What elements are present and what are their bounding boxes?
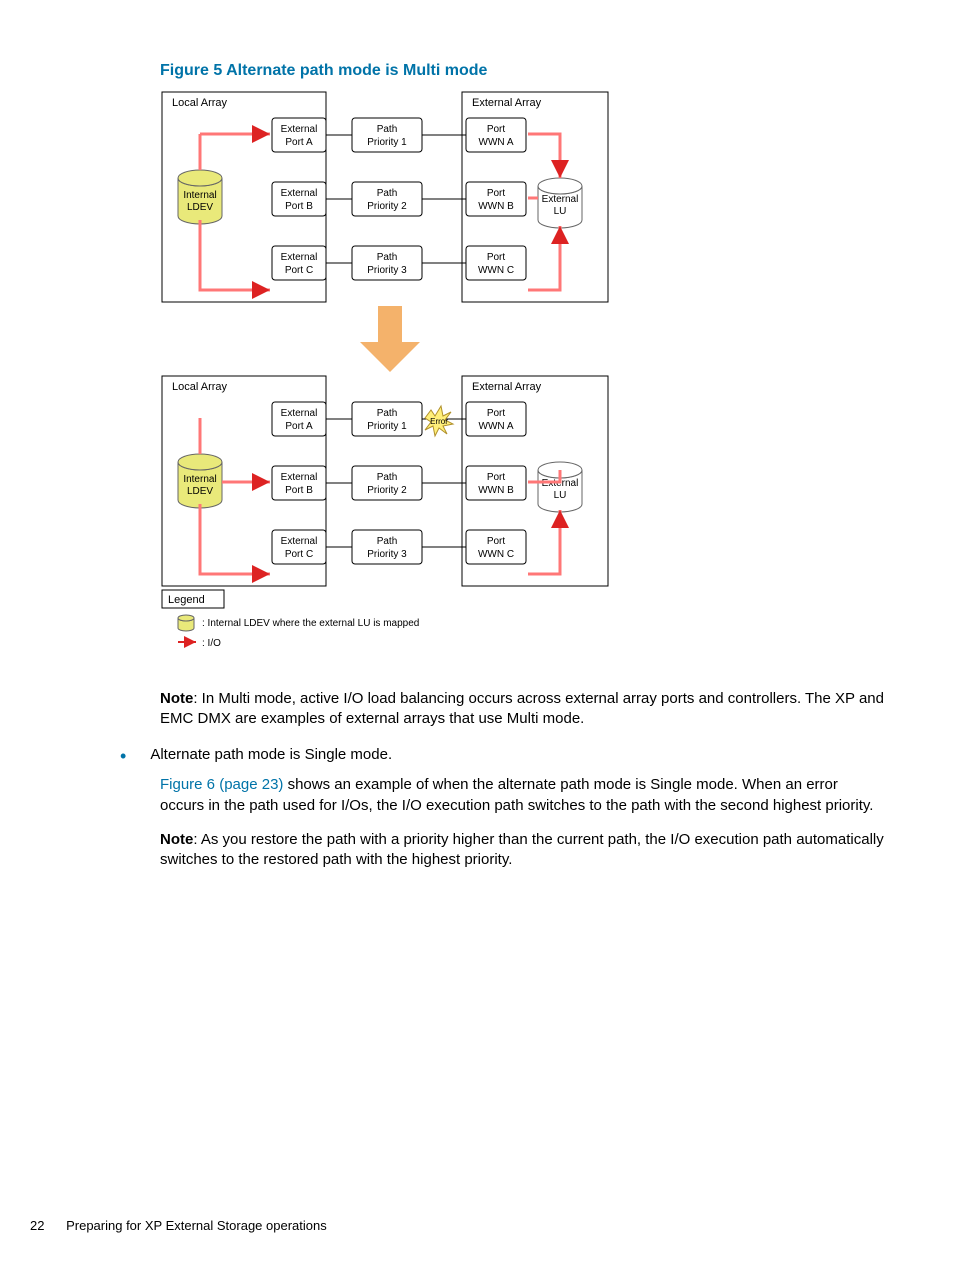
svg-text:Path: Path <box>377 536 398 547</box>
svg-text:Port A: Port A <box>285 137 313 148</box>
svg-text:Port: Port <box>487 536 506 547</box>
svg-text:Path: Path <box>377 124 398 135</box>
svg-text:External: External <box>281 252 318 263</box>
diagram: Local Array External Array Internal LDEV… <box>160 90 884 659</box>
note-text: : In Multi mode, active I/O load balanci… <box>160 690 884 727</box>
svg-text:Priority 2: Priority 2 <box>367 485 407 496</box>
svg-text:Port C: Port C <box>285 265 313 276</box>
svg-text:LDEV: LDEV <box>187 486 213 497</box>
svg-text:Local Array: Local Array <box>172 97 228 109</box>
svg-text:Port: Port <box>487 188 506 199</box>
svg-text:WWN A: WWN A <box>479 421 514 432</box>
svg-text:LU: LU <box>554 206 567 217</box>
page-footer: 22 Preparing for XP External Storage ope… <box>30 1217 327 1235</box>
svg-text:Port B: Port B <box>285 485 313 496</box>
svg-text:WWN A: WWN A <box>479 137 514 148</box>
svg-text:Internal: Internal <box>183 190 216 201</box>
note-label: Note <box>160 690 193 707</box>
paragraph-figure6: Figure 6 (page 23) shows an example of w… <box>160 775 884 816</box>
svg-text:Path: Path <box>377 472 398 483</box>
note-text: : As you restore the path with a priorit… <box>160 831 884 868</box>
svg-text:Path: Path <box>377 408 398 419</box>
svg-text:External: External <box>281 536 318 547</box>
svg-text:Port: Port <box>487 472 506 483</box>
svg-text:Port: Port <box>487 252 506 263</box>
note-restore-path: Note: As you restore the path with a pri… <box>160 830 884 871</box>
svg-text:LDEV: LDEV <box>187 202 213 213</box>
svg-text:WWN C: WWN C <box>478 549 514 560</box>
svg-text:External: External <box>281 408 318 419</box>
svg-text:Port B: Port B <box>285 201 313 212</box>
page: Figure 5 Alternate path mode is Multi mo… <box>0 0 954 1271</box>
bullet-text: Alternate path mode is Single mode. <box>150 745 884 767</box>
svg-text:Error: Error <box>430 417 448 426</box>
svg-text:: I/O: : I/O <box>202 638 221 649</box>
svg-text:Internal: Internal <box>183 474 216 485</box>
svg-text:Priority 2: Priority 2 <box>367 201 407 212</box>
svg-text:External: External <box>281 124 318 135</box>
svg-text:: Internal LDEV where the exte: : Internal LDEV where the external LU is… <box>202 618 419 629</box>
svg-text:Priority 1: Priority 1 <box>367 421 407 432</box>
footer-title: Preparing for XP External Storage operat… <box>66 1218 327 1233</box>
bullet-icon: • <box>120 745 126 767</box>
note-label: Note <box>160 831 193 848</box>
svg-text:Priority 1: Priority 1 <box>367 137 407 148</box>
svg-text:External: External <box>281 188 318 199</box>
svg-text:Priority 3: Priority 3 <box>367 549 407 560</box>
svg-text:WWN B: WWN B <box>478 485 514 496</box>
svg-text:Port: Port <box>487 124 506 135</box>
svg-text:Path: Path <box>377 188 398 199</box>
svg-text:LU: LU <box>554 490 567 501</box>
svg-text:Port: Port <box>487 408 506 419</box>
svg-text:Priority 3: Priority 3 <box>367 265 407 276</box>
svg-text:External Array: External Array <box>472 381 542 393</box>
svg-text:Port A: Port A <box>285 421 313 432</box>
svg-text:External Array: External Array <box>472 97 542 109</box>
svg-text:Legend: Legend <box>168 594 205 606</box>
note-multi-mode: Note: In Multi mode, active I/O load bal… <box>160 689 884 730</box>
bullet-single-mode: • Alternate path mode is Single mode. <box>120 745 884 767</box>
svg-text:External: External <box>281 472 318 483</box>
svg-text:Port C: Port C <box>285 549 313 560</box>
svg-text:WWN B: WWN B <box>478 201 514 212</box>
svg-text:WWN C: WWN C <box>478 265 514 276</box>
figure-6-link[interactable]: Figure 6 (page 23) <box>160 776 283 793</box>
svg-text:External: External <box>542 194 579 205</box>
page-number: 22 <box>30 1218 44 1233</box>
figure-title: Figure 5 Alternate path mode is Multi mo… <box>160 60 884 82</box>
svg-text:Local Array: Local Array <box>172 381 228 393</box>
svg-text:Path: Path <box>377 252 398 263</box>
